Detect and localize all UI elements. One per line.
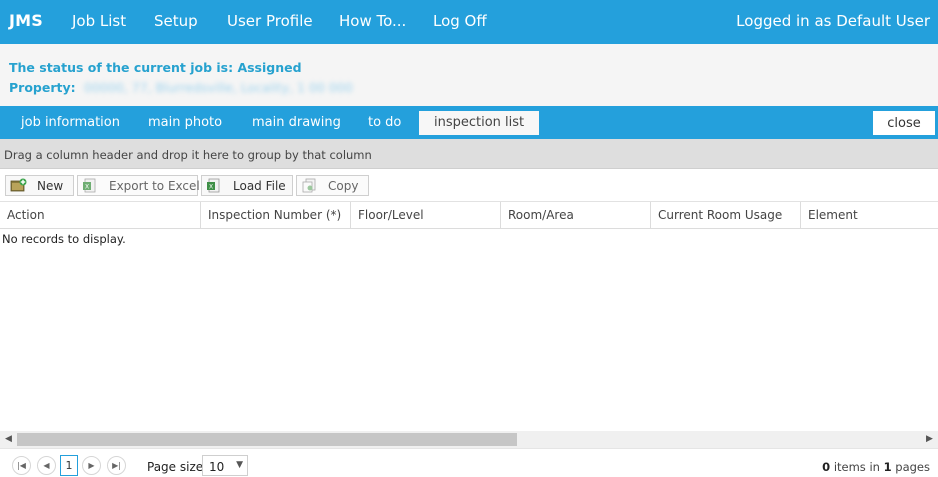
svg-text:X: X bbox=[209, 184, 213, 191]
add-record-icon bbox=[10, 178, 27, 193]
tab-job-information[interactable]: job information bbox=[17, 111, 124, 135]
job-status-text: The status of the current job is: Assign… bbox=[9, 60, 302, 75]
no-records-message: No records to display. bbox=[2, 232, 126, 246]
page-size-label: Page size: bbox=[147, 460, 208, 474]
property-label: Property: bbox=[9, 80, 76, 95]
tab-main-photo[interactable]: main photo bbox=[144, 111, 226, 135]
export-to-excel-label: Export to Excel bbox=[109, 179, 200, 193]
column-header-inspection-number[interactable]: Inspection Number (*) bbox=[200, 202, 350, 229]
scroll-left-icon[interactable]: ◀ bbox=[0, 431, 17, 448]
chevron-down-icon: ▼ bbox=[236, 460, 243, 470]
column-header-current-room-usage[interactable]: Current Room Usage bbox=[650, 202, 800, 229]
next-page-icon[interactable]: ▶ bbox=[82, 456, 101, 475]
grid-column-header: Action Inspection Number (*) Floor/Level… bbox=[0, 202, 938, 229]
pages-text: pages bbox=[895, 460, 930, 474]
last-page-icon[interactable]: ▶| bbox=[107, 456, 126, 475]
page-size-value: 10 bbox=[209, 460, 225, 474]
top-navbar: JMS Job List Setup User Profile How To..… bbox=[0, 0, 938, 44]
grid-pager: |◀ ◀ 1 ▶ ▶| Page size: 10 ▼ 0 items in 1… bbox=[0, 448, 938, 477]
scrollbar-thumb[interactable] bbox=[17, 433, 517, 446]
first-page-icon[interactable]: |◀ bbox=[12, 456, 31, 475]
job-status-panel: The status of the current job is: Assign… bbox=[0, 44, 938, 106]
horizontal-scrollbar[interactable]: ◀ ▶ bbox=[0, 431, 938, 448]
group-by-panel[interactable]: Drag a column header and drop it here to… bbox=[0, 139, 938, 169]
pager-info: 0 items in 1 pages bbox=[822, 460, 930, 474]
page-size-select[interactable]: 10 ▼ bbox=[202, 455, 248, 476]
tab-inspection-list[interactable]: inspection list bbox=[419, 111, 540, 135]
property-value: 00000, 77, Blurredsville, Locality, 1 00… bbox=[84, 80, 353, 95]
group-by-hint: Drag a column header and drop it here to… bbox=[4, 148, 372, 162]
close-button[interactable]: close bbox=[873, 111, 935, 135]
grid-toolbar: New X Export to Excel X Load File Copy bbox=[0, 169, 938, 202]
copy-button[interactable]: Copy bbox=[296, 175, 369, 196]
nav-user-profile[interactable]: User Profile bbox=[227, 12, 313, 30]
column-header-action[interactable]: Action bbox=[0, 202, 200, 229]
items-count: 0 bbox=[822, 460, 831, 474]
copy-icon bbox=[301, 178, 318, 193]
column-header-element[interactable]: Element bbox=[800, 202, 938, 229]
nav-job-list[interactable]: Job List bbox=[72, 12, 126, 30]
scroll-right-icon[interactable]: ▶ bbox=[921, 431, 938, 448]
export-to-excel-button[interactable]: X Export to Excel bbox=[77, 175, 200, 196]
tab-main-drawing[interactable]: main drawing bbox=[248, 111, 345, 135]
page-number-1[interactable]: 1 bbox=[60, 455, 78, 476]
brand-logo[interactable]: JMS bbox=[9, 11, 43, 30]
copy-label: Copy bbox=[328, 179, 359, 193]
load-file-icon: X bbox=[206, 178, 223, 193]
tab-bar: job information main photo main drawing … bbox=[0, 106, 938, 139]
excel-icon: X bbox=[82, 178, 99, 193]
tab-to-do[interactable]: to do bbox=[364, 111, 405, 135]
nav-setup[interactable]: Setup bbox=[154, 12, 198, 30]
load-file-button[interactable]: X Load File bbox=[201, 175, 293, 196]
column-header-floor-level[interactable]: Floor/Level bbox=[350, 202, 500, 229]
nav-log-off[interactable]: Log Off bbox=[433, 12, 487, 30]
items-in-text: items in bbox=[833, 460, 880, 474]
new-button[interactable]: New bbox=[5, 175, 74, 196]
nav-how-to[interactable]: How To... bbox=[339, 12, 406, 30]
logged-in-user: Logged in as Default User bbox=[736, 12, 930, 30]
pages-count: 1 bbox=[883, 460, 892, 474]
new-button-label: New bbox=[37, 179, 64, 193]
load-file-label: Load File bbox=[233, 179, 286, 193]
column-header-room-area[interactable]: Room/Area bbox=[500, 202, 650, 229]
svg-text:X: X bbox=[85, 184, 89, 191]
previous-page-icon[interactable]: ◀ bbox=[37, 456, 56, 475]
property-line: Property: 00000, 77, Blurredsville, Loca… bbox=[9, 80, 353, 95]
